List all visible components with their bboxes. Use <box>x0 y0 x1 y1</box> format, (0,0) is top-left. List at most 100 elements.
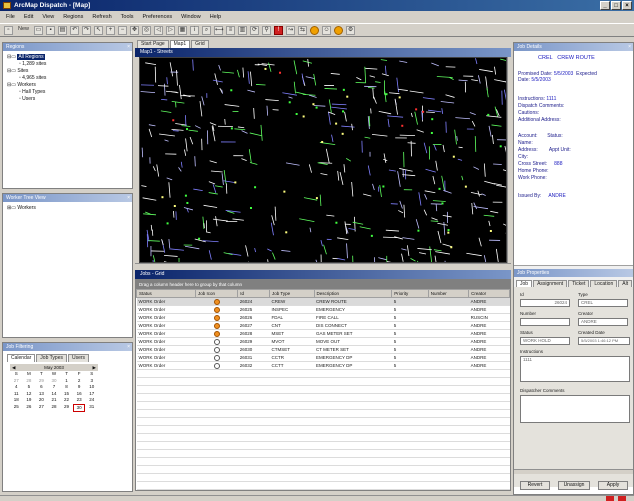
print-icon[interactable]: ▤ <box>58 25 68 35</box>
grid-icon[interactable]: ▥ <box>238 25 248 35</box>
menu-file[interactable]: File <box>6 12 15 22</box>
column-header[interactable]: Job Type <box>269 289 315 298</box>
tree-node-workers[interactable]: ⊟▭ Workers <box>7 82 46 89</box>
menu-regions[interactable]: Regions <box>63 12 83 22</box>
street-map[interactable] <box>140 58 507 263</box>
tab-job-types[interactable]: Job Types <box>36 354 67 362</box>
measure-icon[interactable]: ⟷ <box>214 25 224 35</box>
pointer-icon[interactable]: ↖ <box>94 25 104 35</box>
table-row[interactable]: WORK Order 26026 FDAL FIRE CALL 5 RUSCIN <box>136 313 510 322</box>
map-canvas[interactable] <box>139 57 507 263</box>
calendar-day[interactable]: 25 <box>10 404 23 413</box>
prev-month-icon[interactable]: ◀ <box>12 364 15 371</box>
tree-node-sites-count[interactable]: ▫ 1,289 sites <box>7 61 46 68</box>
panel-close-icon[interactable]: × <box>127 194 130 202</box>
table-row[interactable]: WORK Order 26025 INSPEC EMERGENCY 5 ANDRE <box>136 305 510 314</box>
calendar-day[interactable]: 31 <box>85 404 98 413</box>
panel-close-icon[interactable]: × <box>127 43 130 51</box>
tab-calendar[interactable]: Calendar <box>7 354 36 362</box>
filter-icon[interactable]: ⚲ <box>262 25 272 35</box>
select-icon[interactable]: ▦ <box>178 25 188 35</box>
tree-node-workers-root[interactable]: ⊞▭ Workers <box>7 205 36 212</box>
tree-node-sites[interactable]: ⊟▭ Sites <box>7 68 46 75</box>
new-icon[interactable]: ▫ <box>4 25 13 35</box>
menu-window[interactable]: Window <box>181 12 201 22</box>
tab-users[interactable]: Users <box>68 354 90 362</box>
worker-icon[interactable]: ☺ <box>322 25 332 35</box>
forward-extent-icon[interactable]: ▷ <box>166 25 176 35</box>
map-horizontal-scrollbar[interactable] <box>135 263 511 269</box>
status-select[interactable]: WORK HOLD <box>520 337 570 345</box>
zoom-out-icon[interactable]: − <box>118 25 128 35</box>
map-vertical-scrollbar[interactable] <box>507 57 511 263</box>
apply-button[interactable]: Apply <box>598 481 628 490</box>
calendar-day[interactable]: 27 <box>35 404 48 413</box>
created-date-field[interactable]: 5/5/2003 1:46:12 PM <box>578 337 630 345</box>
undo-icon[interactable]: ↶ <box>70 25 80 35</box>
find-icon[interactable]: ⌕ <box>202 25 212 35</box>
minimize-button[interactable]: _ <box>600 1 610 10</box>
job-add-icon[interactable] <box>334 25 344 35</box>
column-header[interactable]: Status <box>136 289 197 298</box>
table-row[interactable]: WORK Order 26031 CCTR EMERGENCY DP 5 ANDRE <box>136 353 510 362</box>
open-icon[interactable]: ▭ <box>34 25 44 35</box>
menu-preferences[interactable]: Preferences <box>142 12 172 22</box>
full-extent-icon[interactable]: ◎ <box>142 25 152 35</box>
menu-view[interactable]: View <box>42 12 54 22</box>
pan-icon[interactable]: ✥ <box>130 25 140 35</box>
dispatcher-comments-textarea[interactable] <box>520 395 630 423</box>
calendar-day[interactable]: 29 <box>60 404 73 413</box>
tree-node-hall-types[interactable]: ▫ Hall Types <box>7 89 46 96</box>
job-icon[interactable] <box>310 25 320 35</box>
menu-tools[interactable]: Tools <box>121 12 134 22</box>
column-header[interactable]: Description <box>313 289 393 298</box>
panel-close-icon[interactable]: × <box>127 343 130 351</box>
identify-icon[interactable]: i <box>190 25 200 35</box>
table-row[interactable]: WORK Order 26032 CCTT EMERGENCY DP 5 ANDRE <box>136 361 510 370</box>
tree-node-users[interactable]: ▫ Users <box>7 96 46 103</box>
tab-start-page[interactable]: Start Page <box>137 40 169 48</box>
calendar-day[interactable]: 30 <box>72 403 86 412</box>
menu-edit[interactable]: Edit <box>24 12 33 22</box>
tab-grid[interactable]: Grid <box>191 40 209 48</box>
number-field[interactable] <box>520 318 570 326</box>
id-field[interactable]: 26024 <box>520 299 570 307</box>
properties-scrollbar[interactable] <box>514 469 633 474</box>
assign-icon[interactable]: ⇆ <box>298 25 308 35</box>
calendar-day[interactable]: 26 <box>23 404 36 413</box>
table-row[interactable]: WORK Order 26028 MSET GAS METER SET 5 ANDRE <box>136 329 510 338</box>
column-header[interactable]: Job Icon <box>195 289 239 298</box>
close-button[interactable]: × <box>622 1 632 10</box>
settings-icon[interactable]: ⚙ <box>346 25 356 35</box>
calendar-day[interactable]: 28 <box>48 404 61 413</box>
alert-icon[interactable]: ! <box>274 25 284 35</box>
maximize-button[interactable]: □ <box>611 1 621 10</box>
instructions-textarea[interactable]: 1111 <box>520 356 630 382</box>
column-header[interactable]: Number <box>427 289 470 298</box>
panel-close-icon[interactable]: × <box>628 43 631 51</box>
table-row[interactable]: WORK Order 26027 CNT DIS CONNECT 5 ANDRE <box>136 321 510 330</box>
save-icon[interactable]: ▪ <box>46 25 56 35</box>
column-header[interactable]: Priority <box>391 289 429 298</box>
table-row[interactable]: WORK Order 26029 MVOT MOVE OUT 5 ANDRE <box>136 337 510 346</box>
creator-field[interactable]: ANDRE <box>578 318 628 326</box>
refresh-icon[interactable]: ⟳ <box>250 25 260 35</box>
type-field[interactable]: CREL <box>578 299 628 307</box>
tree-node-all-regions[interactable]: ⊟▭ All Regions <box>7 54 46 61</box>
next-month-icon[interactable]: ▶ <box>93 364 96 371</box>
back-extent-icon[interactable]: ◁ <box>154 25 164 35</box>
new-button[interactable]: New <box>16 26 31 35</box>
table-row[interactable]: WORK Order 26030 CTMSET CT METER SET 5 ANDRE <box>136 345 510 354</box>
zoom-in-icon[interactable]: + <box>106 25 116 35</box>
table-row[interactable]: WORK Order 26024 CREW CREW ROUTE 5 ANDRE <box>136 297 510 306</box>
revert-button[interactable]: Revert <box>520 481 550 490</box>
layers-icon[interactable]: ≡ <box>226 25 236 35</box>
column-header[interactable]: Creator <box>468 289 510 298</box>
route-icon[interactable]: ↝ <box>286 25 296 35</box>
unassign-button[interactable]: Unassign <box>558 481 590 490</box>
column-header[interactable]: Id <box>237 289 270 298</box>
menu-refresh[interactable]: Refresh <box>92 12 111 22</box>
redo-icon[interactable]: ↷ <box>82 25 92 35</box>
menu-help[interactable]: Help <box>210 12 221 22</box>
tree-node-sites-total[interactable]: ▫ 4,965 sites <box>7 75 46 82</box>
